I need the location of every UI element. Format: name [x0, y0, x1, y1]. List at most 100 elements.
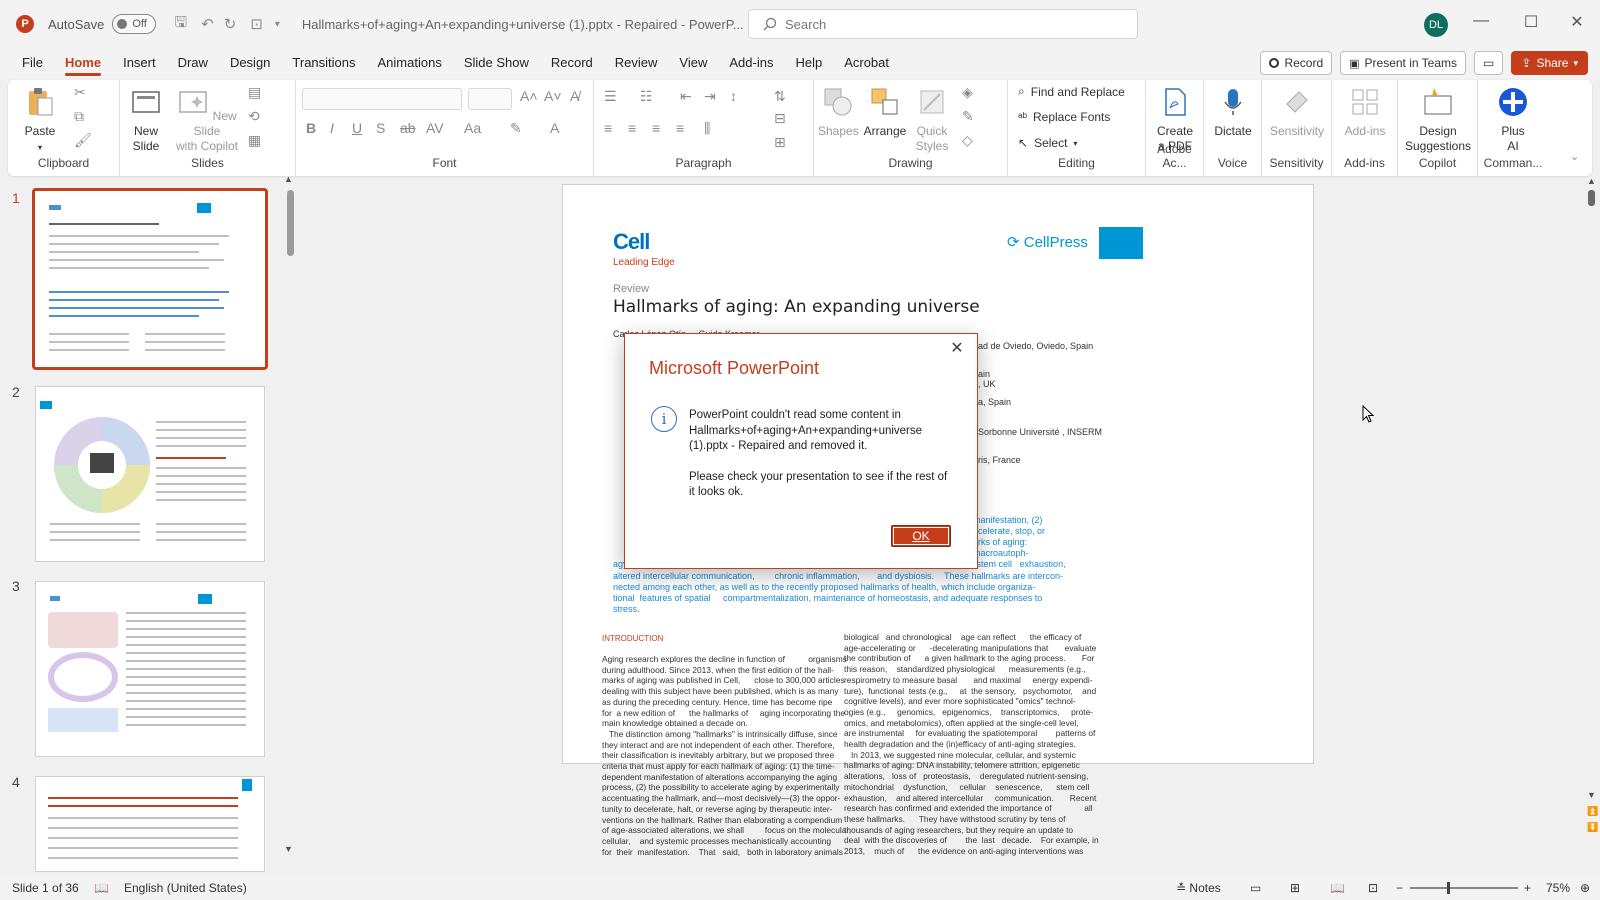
maximize-icon[interactable]: ☐ — [1516, 12, 1546, 32]
customize-qat-icon[interactable]: ▾ — [275, 19, 280, 30]
reset-icon[interactable]: ⟲ — [248, 108, 260, 125]
fit-slide-icon[interactable]: ⊕ — [1580, 881, 1590, 895]
tab-file[interactable]: File — [22, 48, 43, 78]
undo-icon[interactable]: ↶ — [201, 15, 214, 33]
share-button[interactable]: ⇪ Share ▾ — [1511, 51, 1588, 75]
increase-font-icon[interactable]: A˄ — [520, 88, 538, 104]
slide-thumbnail-4[interactable] — [35, 776, 265, 872]
next-slide-icon[interactable]: ⏬ — [1587, 822, 1598, 833]
language-indicator[interactable]: English (United States) — [124, 881, 247, 895]
search-input[interactable]: Search — [748, 9, 1138, 39]
slide-counter[interactable]: Slide 1 of 36 — [12, 881, 79, 895]
scroll-up-icon[interactable]: ▲ — [1587, 176, 1596, 186]
tab-draw[interactable]: Draw — [178, 48, 208, 78]
zoom-slider-thumb[interactable] — [1447, 882, 1450, 894]
paste-button[interactable]: Paste ▾ — [22, 86, 58, 155]
tab-review[interactable]: Review — [615, 48, 658, 78]
present-in-teams-button[interactable]: ▣ Present in Teams — [1340, 51, 1467, 75]
ok-button[interactable]: OK — [891, 525, 951, 547]
new-slide-button[interactable]: New Slide — [126, 86, 166, 154]
notes-button[interactable]: ≛ Notes — [1176, 881, 1221, 895]
thumbnail-scrollbar[interactable] — [287, 190, 294, 256]
scrollbar-thumb[interactable] — [1588, 190, 1595, 206]
decrease-indent-icon[interactable]: ⇤ — [680, 88, 692, 105]
find-replace-button[interactable]: ⌕ Find and Replace — [1018, 84, 1125, 99]
tab-design[interactable]: Design — [230, 48, 270, 78]
scroll-up-icon[interactable]: ▲ — [284, 174, 293, 184]
slide-thumbnail-2[interactable] — [35, 386, 265, 562]
tab-view[interactable]: View — [679, 48, 707, 78]
tab-help[interactable]: Help — [795, 48, 822, 78]
avatar[interactable]: DL — [1424, 13, 1448, 37]
tab-transitions[interactable]: Transitions — [292, 48, 355, 78]
font-color-icon[interactable]: A — [550, 120, 559, 136]
align-center-icon[interactable]: ≡ — [628, 120, 636, 136]
close-window-icon[interactable]: ✕ — [1562, 12, 1592, 32]
autosave-toggle[interactable]: Off — [112, 14, 157, 34]
shape-outline-icon[interactable]: ✎ — [962, 108, 974, 125]
line-spacing-icon[interactable]: ↕ — [730, 88, 737, 104]
arrange-button[interactable]: Arrange — [862, 86, 908, 139]
align-right-icon[interactable]: ≡ — [652, 120, 660, 136]
record-button[interactable]: Record — [1260, 51, 1333, 75]
previous-slide-icon[interactable]: ⏫ — [1587, 806, 1598, 817]
dictate-button[interactable]: Dictate — [1210, 86, 1256, 139]
select-button[interactable]: ↖ Select ▾ — [1018, 136, 1077, 150]
clear-formatting-icon[interactable]: A̸ — [570, 88, 579, 104]
slide-sorter-icon[interactable]: ⊞ — [1290, 881, 1300, 895]
shadow-icon[interactable]: S — [376, 120, 385, 136]
underline-icon[interactable]: U — [352, 120, 362, 136]
justify-icon[interactable]: ≡ — [676, 120, 684, 136]
sensitivity-button[interactable]: Sensitivity — [1266, 86, 1328, 139]
editor-scrollbar[interactable]: ▲ ▼ ⏫ ⏬ — [1587, 176, 1598, 872]
reading-view-icon[interactable]: 📖 — [1330, 881, 1345, 895]
quick-styles-button[interactable]: Quick Styles — [912, 86, 952, 154]
scroll-down-icon[interactable]: ▼ — [284, 844, 293, 854]
tab-add-ins[interactable]: Add-ins — [729, 48, 773, 78]
scroll-down-icon[interactable]: ▼ — [1587, 790, 1596, 800]
accessibility-icon[interactable]: 📖 — [94, 881, 109, 895]
bold-icon[interactable]: B — [306, 120, 316, 136]
zoom-slider[interactable] — [1410, 887, 1518, 889]
tab-animations[interactable]: Animations — [378, 48, 442, 78]
align-left-icon[interactable]: ≡ — [604, 120, 612, 136]
section-icon[interactable]: ▦ — [248, 132, 261, 149]
copy-icon[interactable]: ⧉ — [74, 108, 84, 125]
shapes-button[interactable]: Shapes — [818, 86, 859, 139]
highlight-icon[interactable]: ✎ — [510, 120, 522, 137]
smartart-icon[interactable]: ⊞ — [774, 134, 786, 151]
slideshow-view-icon[interactable]: ⊡ — [1368, 881, 1378, 895]
cut-icon[interactable]: ✂ — [74, 84, 86, 101]
layout-icon[interactable]: ▤ — [248, 84, 261, 101]
save-icon[interactable]: 🖫 — [174, 12, 187, 37]
minimize-icon[interactable]: — — [1466, 12, 1496, 30]
increase-indent-icon[interactable]: ⇥ — [704, 88, 716, 105]
change-case-icon[interactable]: Aa — [464, 120, 481, 136]
text-direction-icon[interactable]: ⇅ — [774, 88, 786, 105]
slide-thumbnail-1[interactable] — [32, 188, 268, 370]
blue-square-shape[interactable] — [1099, 227, 1143, 259]
char-spacing-icon[interactable]: AV — [426, 120, 444, 136]
new-slide-copilot-button[interactable]: New Slide with Copilot — [172, 86, 242, 154]
tab-acrobat[interactable]: Acrobat — [844, 48, 889, 78]
plus-ai-button[interactable]: Plus AI — [1486, 86, 1540, 154]
zoom-in-icon[interactable]: + — [1524, 881, 1531, 895]
tab-insert[interactable]: Insert — [123, 48, 156, 78]
columns-icon[interactable]: ⫼ — [704, 120, 710, 137]
present-icon[interactable]: ⊡ — [250, 15, 263, 33]
tab-record[interactable]: Record — [551, 48, 593, 78]
zoom-level[interactable]: 75% — [1546, 881, 1570, 895]
decrease-font-icon[interactable]: A˅ — [544, 88, 562, 104]
numbering-icon[interactable]: ☷ — [640, 88, 653, 105]
paper-title[interactable]: Hallmarks of aging: An expanding univers… — [613, 297, 980, 317]
collapse-ribbon-icon[interactable]: ⌄ — [1570, 150, 1579, 163]
strikethrough-icon[interactable]: ab — [400, 120, 416, 136]
zoom-out-icon[interactable]: − — [1396, 881, 1403, 895]
shape-effects-icon[interactable]: ◇ — [962, 132, 973, 149]
italic-icon[interactable]: I — [330, 120, 334, 136]
format-painter-icon[interactable]: 🖌 — [74, 132, 92, 149]
shape-fill-icon[interactable]: ◈ — [962, 84, 973, 101]
font-family-select[interactable] — [302, 88, 462, 110]
align-text-icon[interactable]: ⊟ — [774, 110, 786, 127]
close-icon[interactable]: ✕ — [947, 338, 967, 358]
